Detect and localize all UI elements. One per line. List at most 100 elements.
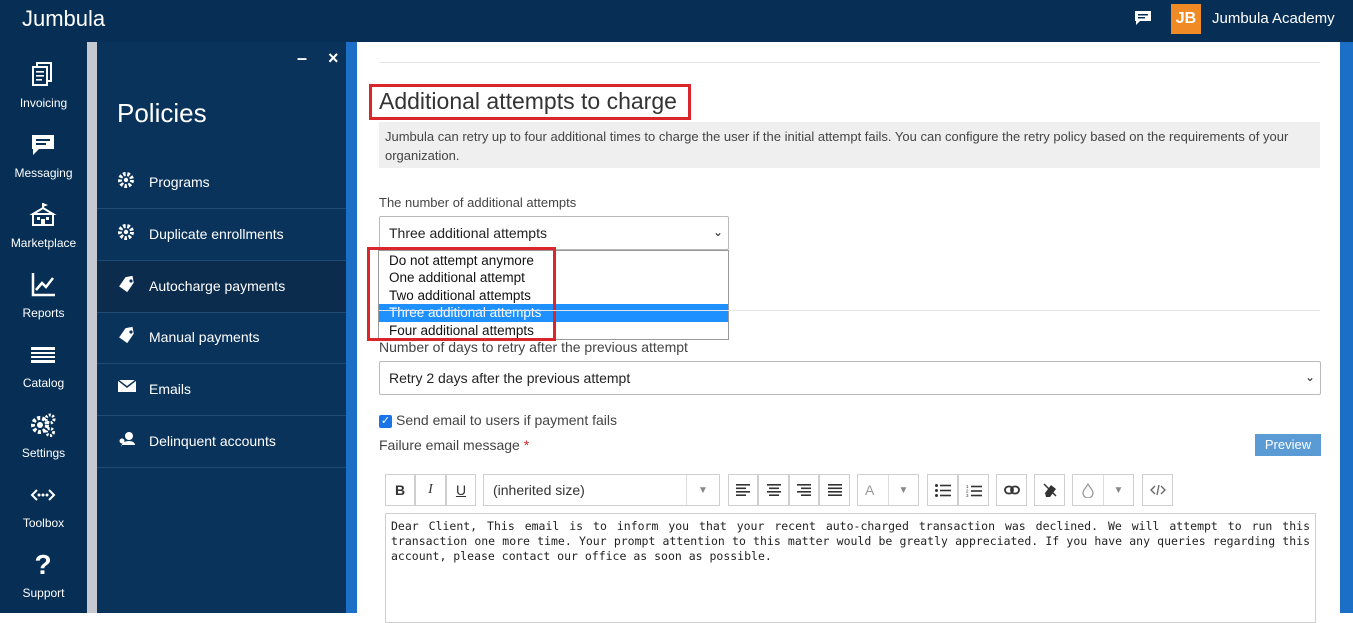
tag-icon [119, 326, 134, 344]
menu-item-emails[interactable]: Emails [97, 364, 346, 416]
content-right-border [1340, 42, 1353, 613]
info-text: Jumbula can retry up to four additional … [379, 122, 1320, 168]
menu-item-label: Emails [149, 381, 192, 397]
font-size-value: (inherited size) [493, 482, 585, 498]
failure-email-label-text: Failure email message [379, 437, 520, 453]
nav-label: Catalog [22, 376, 65, 390]
menu-item-programs[interactable]: Programs [97, 157, 346, 209]
policies-panel: – × Policies Programs Duplicate enrollme… [97, 42, 346, 613]
nav-label: Messaging [14, 166, 73, 180]
nav-marketplace[interactable]: Marketplace [0, 188, 87, 258]
align-left-button[interactable] [728, 474, 758, 506]
svg-text:?: ? [34, 550, 51, 580]
font-size-select[interactable]: (inherited size) ▼ [483, 474, 720, 506]
text-color-select[interactable]: A ▼ [857, 474, 919, 506]
divider [379, 310, 1320, 311]
gear-icon [118, 172, 134, 188]
panel-title: Policies [117, 98, 207, 128]
chat-icon[interactable] [1134, 10, 1152, 26]
menu-item-label: Duplicate enrollments [149, 226, 284, 242]
menu-item-manual-payments[interactable]: Manual payments [97, 312, 346, 364]
bold-button[interactable]: B [385, 474, 415, 506]
org-logo[interactable]: JB [1171, 4, 1201, 34]
chevron-down-icon: ▼ [686, 475, 719, 505]
bullet-list-button[interactable] [927, 474, 958, 506]
bullet-list-icon [934, 483, 951, 497]
left-nav: Invoicing Messaging Marketplace Reports … [0, 42, 87, 613]
droplet-icon [1082, 482, 1094, 498]
preview-button[interactable]: Preview [1255, 434, 1321, 456]
nav-support[interactable]: ? Support [0, 538, 87, 608]
failure-email-label: Failure email message * [379, 437, 529, 453]
nav-label: Toolbox [22, 516, 65, 530]
attempts-label: The number of additional attempts [379, 195, 577, 210]
link-button[interactable] [996, 474, 1027, 506]
numbered-list-button[interactable]: 123 [958, 474, 989, 506]
nav-catalog[interactable]: Catalog [0, 328, 87, 398]
svg-text:3: 3 [966, 493, 969, 497]
menu-item-label: Autocharge payments [149, 278, 286, 294]
attempts-select-value: Three additional attempts [389, 225, 547, 241]
chevron-down-icon: ⌄ [712, 225, 723, 239]
link-icon [1003, 485, 1020, 495]
nav-settings[interactable]: Settings [0, 398, 87, 468]
close-button[interactable]: × [328, 48, 339, 69]
retry-label: Number of days to retry after the previo… [379, 339, 688, 355]
nav-reports[interactable]: Reports [0, 258, 87, 328]
underline-button[interactable]: U [446, 474, 476, 506]
marketplace-icon [29, 203, 57, 226]
align-justify-icon [827, 484, 842, 496]
align-center-icon [766, 484, 781, 496]
content-left-border [346, 42, 357, 613]
align-left-icon [736, 484, 750, 496]
code-icon [1149, 484, 1166, 496]
main-content: Additional attempts to charge Jumbula ca… [357, 42, 1340, 623]
tag-icon [119, 275, 134, 293]
gear-icon [118, 224, 134, 240]
email-checkbox-label[interactable]: Send email to users if payment fails [396, 412, 617, 428]
align-justify-button[interactable] [819, 474, 850, 506]
chevron-down-icon: ▼ [888, 475, 918, 505]
required-mark: * [523, 437, 530, 453]
toolbox-icon [30, 489, 56, 501]
menu-item-duplicate-enrollments[interactable]: Duplicate enrollments [97, 209, 346, 261]
nav-gutter [87, 42, 97, 613]
menu-item-label: Delinquent accounts [149, 433, 276, 449]
chart-icon [31, 273, 55, 297]
nav-messaging[interactable]: Messaging [0, 118, 87, 188]
brand-name[interactable]: Jumbula [22, 6, 105, 32]
nav-toolbox[interactable]: Toolbox [0, 468, 87, 538]
align-right-icon [797, 484, 811, 496]
org-name[interactable]: Jumbula Academy [1212, 10, 1335, 27]
nav-label: Settings [21, 446, 66, 460]
nav-label: Marketplace [10, 236, 77, 250]
catalog-icon [31, 347, 55, 363]
gear-icon [31, 413, 56, 437]
text-color-letter: A [865, 482, 875, 498]
clear-format-button[interactable] [1034, 474, 1065, 506]
menu-item-label: Manual payments [149, 329, 260, 345]
question-icon: ? [34, 550, 51, 580]
message-icon [32, 135, 54, 155]
numbered-list-icon: 123 [966, 484, 982, 497]
email-checkbox[interactable]: ✓ [379, 415, 392, 428]
background-color-select[interactable]: ▼ [1072, 474, 1134, 506]
top-bar: Jumbula JB Jumbula Academy [0, 0, 1353, 42]
nav-invoicing[interactable]: Invoicing [0, 48, 87, 118]
menu-item-delinquent-accounts[interactable]: Delinquent accounts [97, 416, 346, 468]
source-code-button[interactable] [1142, 474, 1173, 506]
eraser-icon [1042, 483, 1057, 497]
menu-item-autocharge-payments[interactable]: Autocharge payments [97, 261, 346, 313]
chevron-down-icon: ⌄ [1304, 370, 1315, 384]
nav-label: Reports [22, 306, 65, 320]
email-message-editor[interactable]: Dear Client, This email is to inform you… [385, 513, 1316, 623]
nav-label: Invoicing [19, 96, 68, 110]
italic-button[interactable]: I [415, 474, 446, 506]
highlight-box-options [367, 247, 556, 341]
align-center-button[interactable] [758, 474, 789, 506]
align-right-button[interactable] [789, 474, 819, 506]
attempts-select[interactable]: Three additional attempts ⌄ [379, 216, 729, 250]
minimize-button[interactable]: – [297, 48, 307, 69]
nav-label: Support [22, 586, 65, 600]
retry-select[interactable]: Retry 2 days after the previous attempt … [379, 361, 1321, 395]
